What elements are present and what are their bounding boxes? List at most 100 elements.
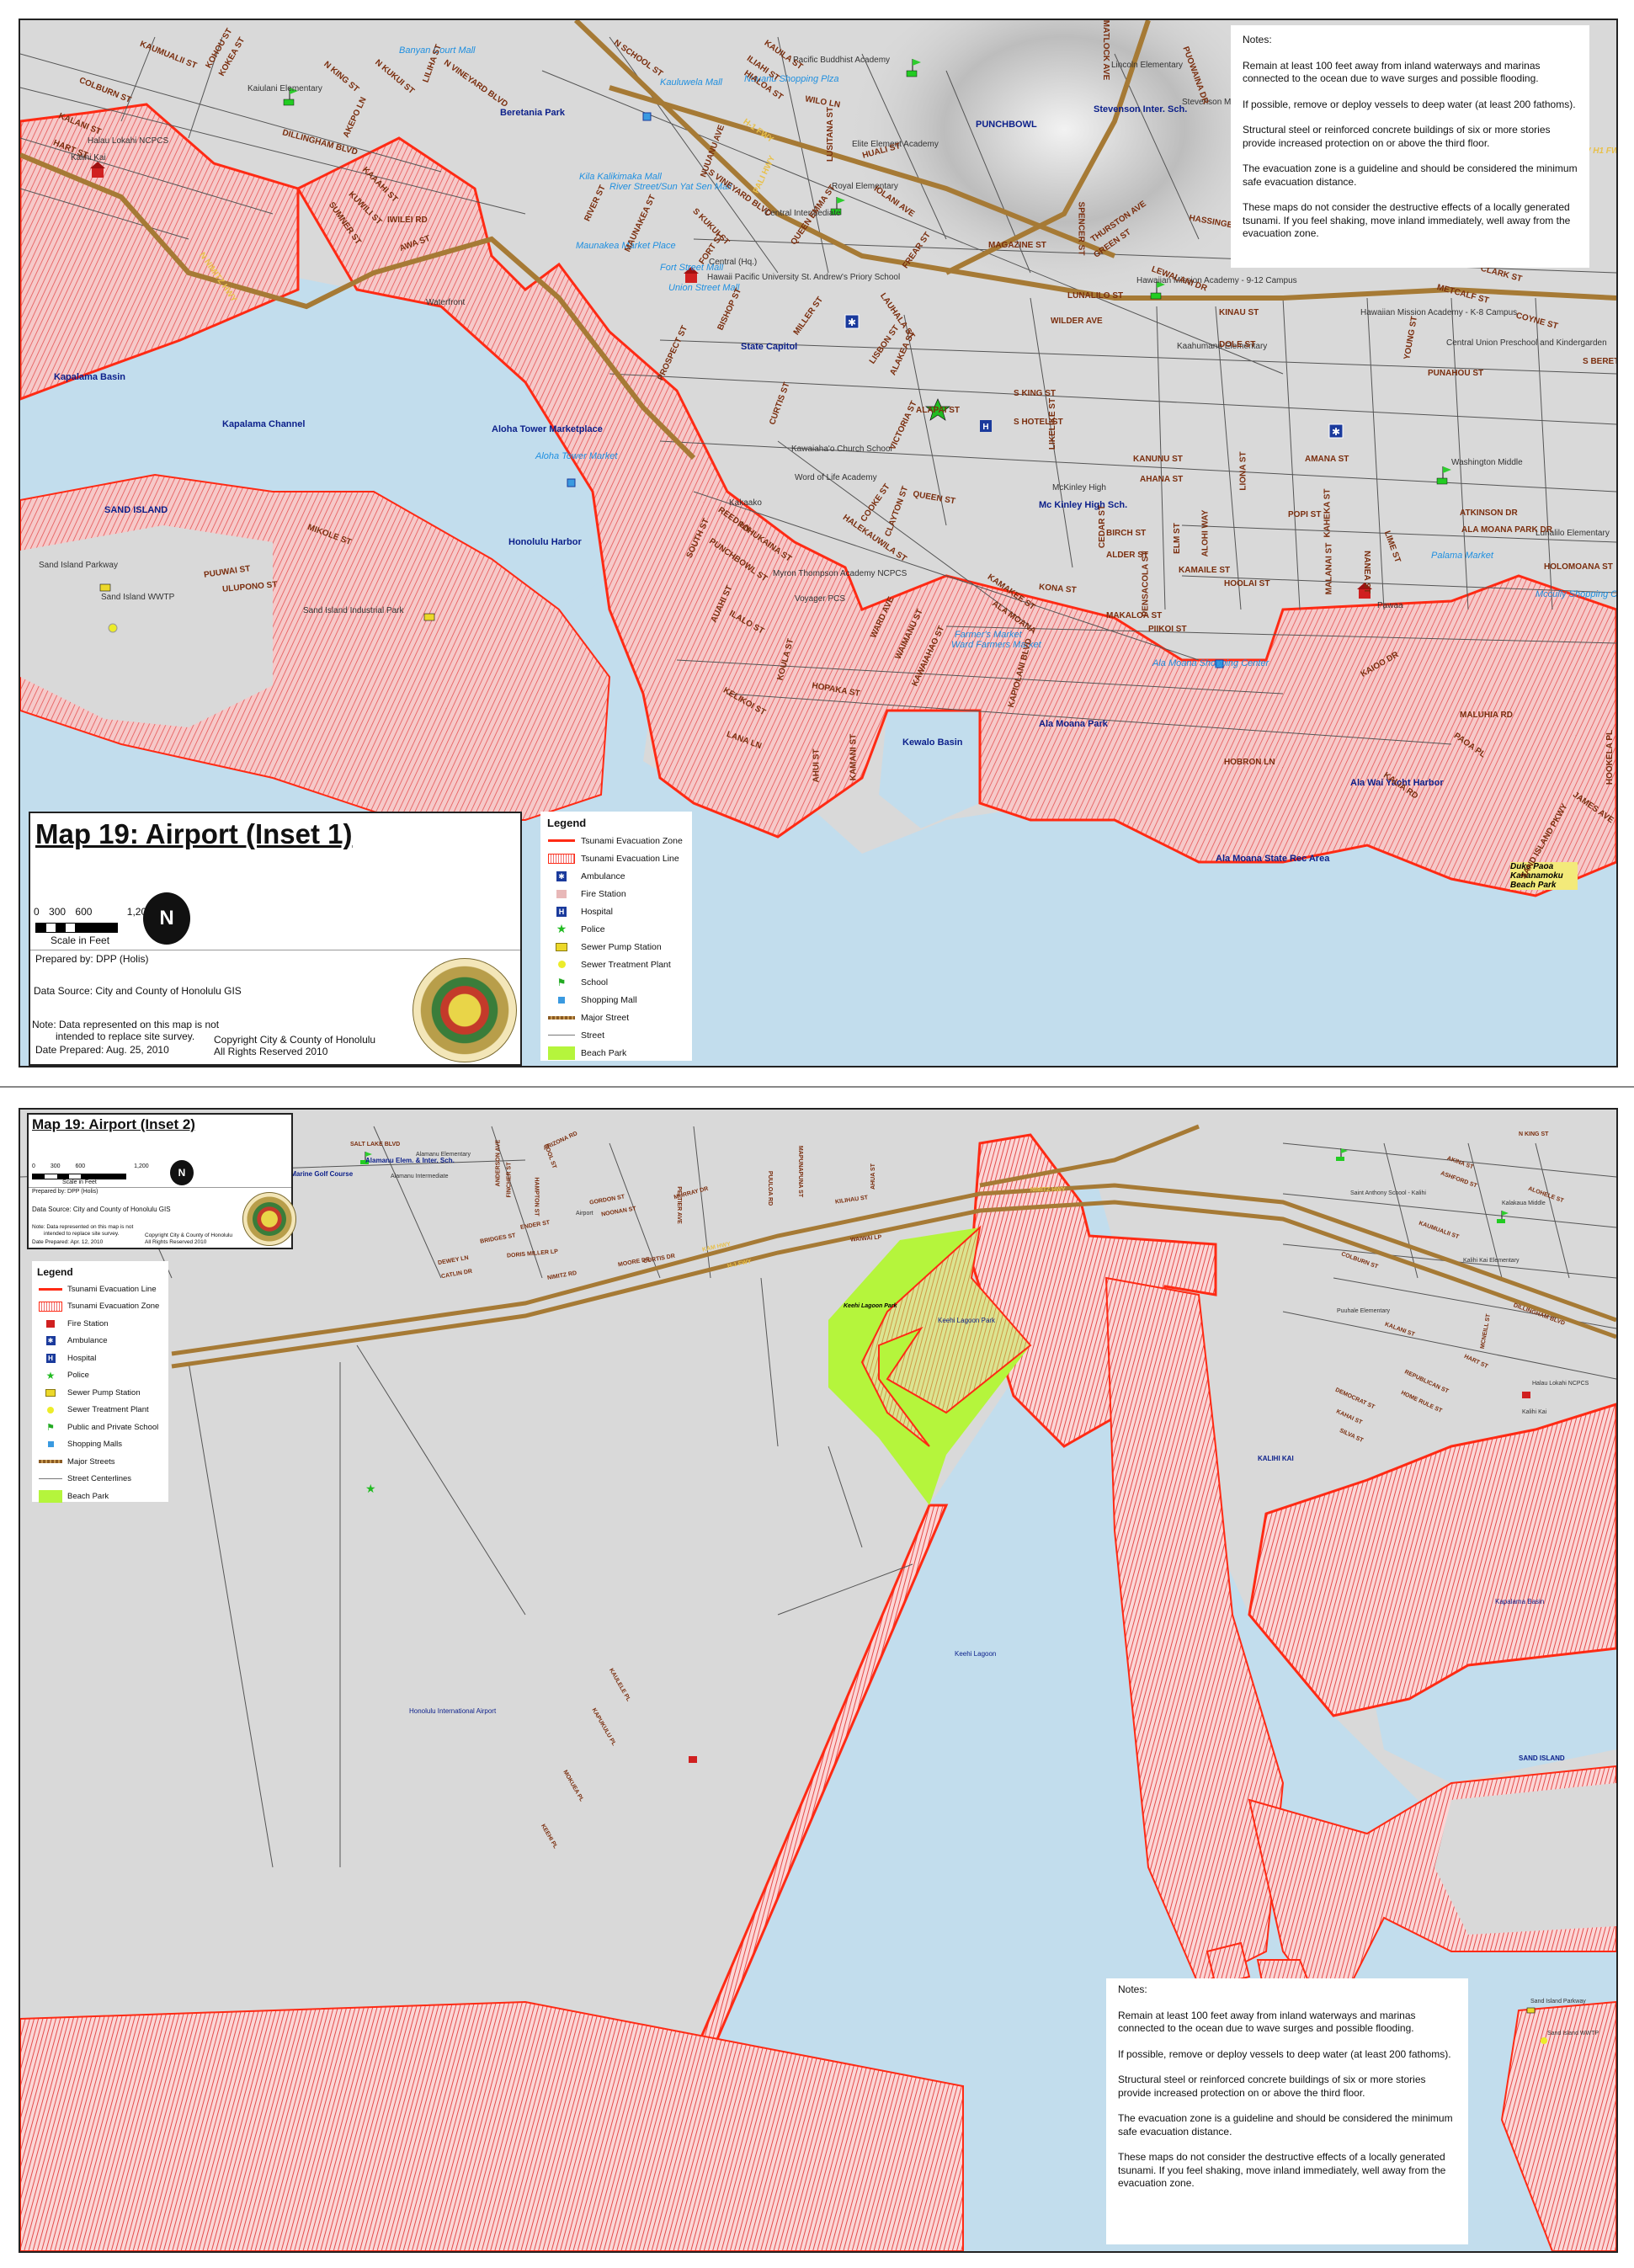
data-source: Data Source: City and County of Honolulu… [34, 985, 242, 997]
scale-tick: 600 [75, 906, 93, 918]
legend-label: Ambulance [67, 1336, 108, 1346]
legend-title: Legend [37, 1266, 73, 1278]
notes-paragraph: Structural steel or reinforced concrete … [1118, 2074, 1426, 2099]
copyright-line-2: All Rights Reserved 2010 [214, 1046, 328, 1057]
legend-item: Sewer Pump Station [547, 938, 685, 956]
sewer-pump-icon [423, 613, 435, 621]
scale-tick: 300 [49, 906, 67, 918]
ambulance-icon: ✱ [45, 1336, 56, 1346]
fire-station-icon [1522, 1392, 1530, 1398]
legend-item: Tsunami Evacuation Line [547, 849, 685, 867]
legend-item: Tsunami Evacuation Line [37, 1280, 163, 1298]
city-county-seal-icon [242, 1192, 296, 1246]
sewer-pump-icon [1526, 2007, 1536, 2014]
legend-item: Sewer Treatment Plant [37, 1402, 163, 1419]
north-arrow-icon: N [170, 1160, 194, 1185]
shopping-mall-icon [567, 478, 576, 487]
page-divider [0, 1086, 1634, 1088]
legend-label: Hospital [581, 906, 613, 917]
notes-paragraph: Remain at least 100 feet away from inlan… [1118, 2009, 1416, 2035]
legend-label: Street [581, 1030, 605, 1041]
legend-label: Shopping Mall [581, 994, 637, 1005]
legend-item: ⚑ Public and Private School [37, 1419, 163, 1436]
legend-label: Street Centerlines [67, 1474, 132, 1484]
sewer-pump-icon [556, 942, 567, 951]
legend-label: Major Street [581, 1012, 630, 1023]
scale-ticks: 0 300 600 1,200 [34, 906, 152, 918]
data-source: Data Source: City and County of Honolulu… [32, 1206, 171, 1213]
sewer-plant-icon [1541, 2037, 1547, 2044]
legend-label: Hospital [67, 1353, 97, 1363]
city-county-seal-icon [412, 958, 517, 1062]
scale-tick: 300 [50, 1163, 61, 1169]
notes-paragraph: If possible, remove or deploy vessels to… [1243, 98, 1576, 110]
legend-item: Tsunami Evacuation Zone [547, 832, 685, 849]
major-street-icon [39, 1460, 62, 1464]
legend-item: Fire Station [547, 885, 685, 902]
notes-paragraph: The evacuation zone is a guideline and s… [1243, 162, 1578, 188]
date-prepared: Date Prepared: Aug. 25, 2010 [35, 1044, 169, 1056]
copyright-line-1: Copyright City & County of Honolulu [145, 1232, 233, 1238]
school-flag-icon: ⚑ [46, 1422, 55, 1433]
legend-label: Sewer Treatment Plant [581, 959, 671, 970]
beach-park-icon [39, 1489, 62, 1503]
legend-label: Beach Park [67, 1491, 109, 1501]
fire-station-icon [46, 1319, 55, 1328]
legend-item: Fire Station [37, 1315, 163, 1333]
divider [29, 1187, 291, 1188]
legend-item: Shopping Malls [37, 1436, 163, 1454]
map-inset-2[interactable]: ★ Navy Marine Golf Course Alamanu Elem. … [19, 1108, 1618, 2253]
sewer-pump-icon [99, 583, 111, 592]
scale-tick: 600 [75, 1163, 86, 1169]
note-line-2: intended to replace site survey. [44, 1231, 120, 1237]
svg-text:✱: ✱ [1332, 426, 1340, 438]
scale-tick: 0 [34, 906, 40, 918]
legend: Legend Tsunami Evacuation Line Tsunami E… [32, 1261, 168, 1503]
notes-heading: Notes: [1118, 1983, 1147, 1995]
ambulance-icon: ✱ [1328, 423, 1344, 439]
note-line-1: Note: Data represented on this map is no… [32, 1224, 134, 1230]
sewer-plant-icon [47, 1406, 54, 1414]
map-inset-1[interactable]: H ✱ ✱ Kapalama Basin Kapalama Channel SA… [19, 19, 1618, 1067]
legend-label: Tsunami Evacuation Zone [67, 1302, 160, 1312]
note-line-2: intended to replace site survey. [56, 1030, 195, 1042]
legend-label: Public and Private School [67, 1422, 159, 1432]
scale-tick: 0 [32, 1163, 35, 1169]
scale-ticks: 0 300 600 1,200 [32, 1163, 149, 1169]
north-arrow-icon: N [143, 892, 190, 945]
notes-paragraph: These maps do not consider the destructi… [1243, 201, 1571, 239]
notes-paragraph: Remain at least 100 feet away from inlan… [1243, 59, 1541, 85]
legend-item: Major Streets [37, 1453, 163, 1471]
svg-text:★: ★ [365, 1483, 376, 1496]
north-arrow-label: N [159, 907, 174, 929]
scale-tick: 1,200 [134, 1163, 149, 1169]
red-line-icon [39, 1287, 62, 1291]
legend-item: H Hospital [37, 1350, 163, 1367]
legend-item: Street [547, 1026, 685, 1044]
sewer-plant-icon [557, 961, 566, 968]
legend-label: Shopping Malls [67, 1440, 122, 1450]
fire-station-icon [689, 1756, 697, 1763]
date-prepared: Date Prepared: Apr. 12, 2010 [32, 1239, 104, 1245]
notes-paragraph: The evacuation zone is a guideline and s… [1118, 2112, 1453, 2138]
hatched-zone-icon [39, 1301, 62, 1312]
notes-paragraph: If possible, remove or deploy vessels to… [1118, 2047, 1451, 2060]
shopping-mall-icon [642, 112, 652, 121]
police-star-icon: ★ [365, 1483, 376, 1496]
legend-label: Tsunami Evacuation Line [581, 853, 679, 864]
street-line-icon [548, 1035, 575, 1036]
prepared-by: Prepared by: DPP (Holis) [32, 1189, 98, 1195]
legend-label: School [581, 977, 609, 988]
north-arrow-label: N [178, 1167, 186, 1179]
legend-item: ✱ Ambulance [547, 867, 685, 885]
scale-caption: Scale in Feet [51, 934, 110, 946]
legend-item: ✱ Ambulance [37, 1333, 163, 1350]
beach-park-icon [548, 1046, 575, 1060]
sand-island-land [1434, 1783, 1616, 1935]
legend-item: H Hospital [547, 902, 685, 920]
notes-paragraph: These maps do not consider the destructi… [1118, 2151, 1446, 2189]
legend-title: Legend [547, 817, 587, 829]
legend-item: Sewer Treatment Plant [547, 956, 685, 973]
hospital-icon: H [45, 1353, 56, 1363]
map-title: Map 19: Airport (Inset 1) [35, 818, 353, 849]
